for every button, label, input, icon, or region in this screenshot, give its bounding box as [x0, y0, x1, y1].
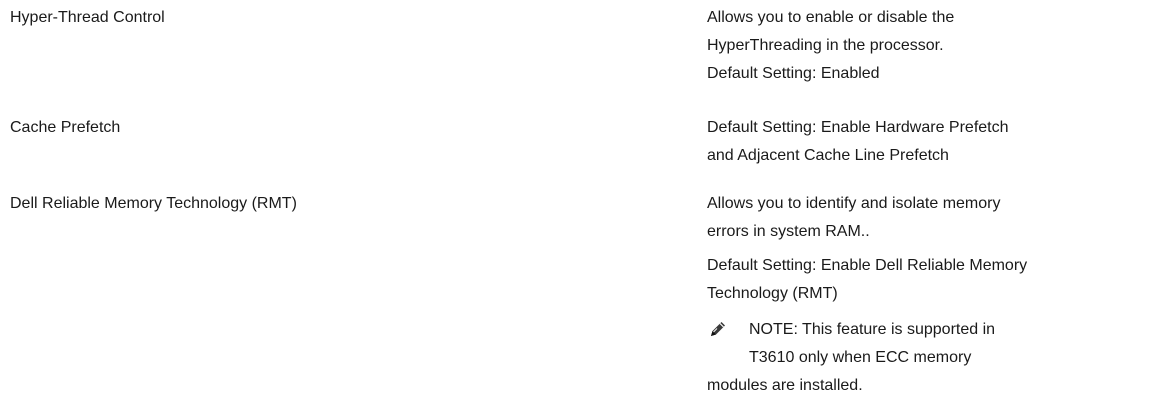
setting-description: Allows you to identify and isolate memor… [707, 190, 1147, 400]
setting-description: Allows you to enable or disable the Hype… [707, 4, 1147, 88]
setting-name: Cache Prefetch [10, 119, 121, 136]
note-line: modules are installed. [707, 377, 863, 394]
description-line: Allows you to identify and isolate memor… [707, 195, 1001, 212]
note-block: NOTE: This feature is supported in T3610… [707, 316, 1147, 400]
pencil-note-icon [709, 320, 727, 338]
description-line: Default Setting: Enabled [707, 65, 880, 82]
description-line: Default Setting: Enable Dell Reliable Me… [707, 257, 1028, 274]
description-line: Technology (RMT) [707, 285, 838, 302]
setting-description: Default Setting: Enable Hardware Prefetc… [707, 114, 1147, 170]
description-line: and Adjacent Cache Line Prefetch [707, 147, 949, 164]
description-line: Default Setting: Enable Hardware Prefetc… [707, 119, 1009, 136]
note-line: NOTE: This feature is supported in [749, 321, 996, 338]
description-line: HyperThreading in the processor. [707, 37, 944, 54]
description-line: Allows you to enable or disable the [707, 9, 955, 26]
note-line: T3610 only when ECC memory [749, 349, 972, 366]
setting-name: Dell Reliable Memory Technology (RMT) [10, 195, 297, 212]
description-line: errors in system RAM.. [707, 223, 870, 240]
setting-name: Hyper-Thread Control [10, 9, 165, 26]
